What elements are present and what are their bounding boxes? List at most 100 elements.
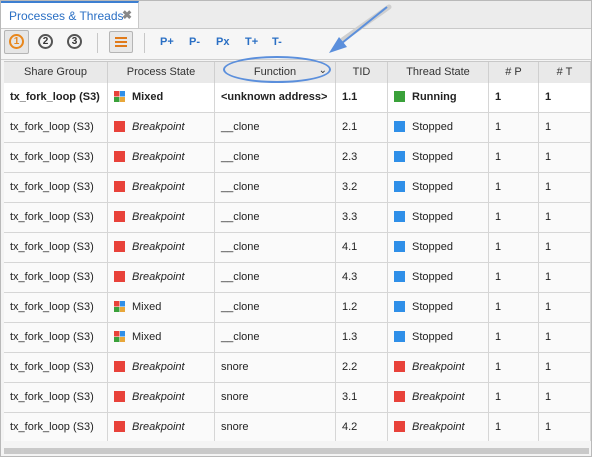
cell-tid: 3.3 <box>336 203 388 232</box>
cell-process-state: Breakpoint <box>108 173 215 202</box>
cell-p-text: 1 <box>495 391 502 403</box>
column-header-t[interactable]: # T <box>539 62 591 83</box>
cell-thread-state: Stopped <box>388 173 489 202</box>
process-x-button[interactable]: Px <box>216 36 229 48</box>
cell-process-state: Breakpoint <box>108 233 215 262</box>
horizontal-scrollbar[interactable] <box>4 448 589 454</box>
cell-t-text: 1 <box>545 121 552 133</box>
column-header-tid[interactable]: TID <box>336 62 388 83</box>
cell-process-state: Mixed <box>108 323 215 352</box>
toolbar: 1 2 3 P+ P- Px T+ T- <box>1 29 591 60</box>
table-row[interactable]: tx_fork_loop (S3) Breakpoint __clone 3.3 Sto… <box>4 203 591 233</box>
tab-label: Processes & Threads <box>9 9 124 23</box>
cell-p: 1 <box>489 293 539 322</box>
cell-process-state: Breakpoint <box>108 413 215 442</box>
cell-share-group: tx_fork_loop (S3) <box>4 113 108 142</box>
cell-share-group-text: tx_fork_loop (S3) <box>10 241 94 253</box>
thread-minus-button[interactable]: T- <box>272 36 282 48</box>
cell-t-text: 1 <box>545 181 552 193</box>
cell-thread-state: Stopped <box>388 113 489 142</box>
state-color-icon <box>114 91 125 102</box>
scrollbar-thumb[interactable] <box>4 448 589 454</box>
cell-p: 1 <box>489 383 539 412</box>
state-color-icon <box>114 331 125 342</box>
column-header-process-state[interactable]: Process State <box>108 62 215 83</box>
column-header-p[interactable]: # P <box>489 62 539 83</box>
cell-tid: 4.1 <box>336 233 388 262</box>
cell-function: snore <box>215 353 336 382</box>
table-row[interactable]: tx_fork_loop (S3) Breakpoint snore 4.2 Break… <box>4 413 591 443</box>
column-header-thread-state[interactable]: Thread State <box>388 62 489 83</box>
cell-process-state-text: Breakpoint <box>132 211 185 223</box>
cell-share-group: tx_fork_loop (S3) <box>4 83 108 112</box>
state-color-icon <box>394 331 405 342</box>
cell-function: __clone <box>215 203 336 232</box>
cell-t-text: 1 <box>545 151 552 163</box>
table-row[interactable]: tx_fork_loop (S3) Breakpoint __clone 3.2 Sto… <box>4 173 591 203</box>
cell-share-group: tx_fork_loop (S3) <box>4 293 108 322</box>
cell-t-text: 1 <box>545 391 552 403</box>
cell-tid-text: 1.3 <box>342 331 358 343</box>
level-2-button[interactable]: 2 <box>38 34 53 49</box>
level-3-button[interactable]: 3 <box>67 34 82 49</box>
state-color-icon <box>394 91 405 102</box>
close-icon[interactable]: ✖ <box>122 8 132 22</box>
annotation-arrow-icon <box>329 4 392 53</box>
cell-function-text: __clone <box>221 301 260 313</box>
cell-t-text: 1 <box>545 421 552 433</box>
cell-share-group-text: tx_fork_loop (S3) <box>10 391 94 403</box>
cell-p-text: 1 <box>495 361 502 373</box>
toolbar-separator <box>97 33 98 53</box>
table-row[interactable]: tx_fork_loop (S3) Breakpoint snore 3.1 Break… <box>4 383 591 413</box>
cell-function-text: __clone <box>221 271 260 283</box>
cell-thread-state: Stopped <box>388 143 489 172</box>
cell-t-text: 1 <box>545 271 552 283</box>
process-minus-button[interactable]: P- <box>189 36 200 48</box>
cell-share-group: tx_fork_loop (S3) <box>4 263 108 292</box>
cell-tid-text: 1.2 <box>342 301 358 313</box>
cell-thread-state: Stopped <box>388 233 489 262</box>
cell-thread-state-text: Stopped <box>412 241 453 253</box>
menu-icon[interactable] <box>109 31 133 53</box>
cell-function-text: __clone <box>221 211 260 223</box>
table-row[interactable]: tx_fork_loop (S3) Breakpoint __clone 4.3 Sto… <box>4 263 591 293</box>
process-plus-button[interactable]: P+ <box>160 36 174 48</box>
cell-share-group: tx_fork_loop (S3) <box>4 413 108 442</box>
table-row[interactable]: tx_fork_loop (S3) Breakpoint __clone 4.1 Sto… <box>4 233 591 263</box>
table-row[interactable]: tx_fork_loop (S3) Mixed __clone 1.2 Stopped 1… <box>4 293 591 323</box>
cell-p-text: 1 <box>495 211 502 223</box>
level-1-button[interactable]: 1 <box>9 34 24 49</box>
cell-share-group-text: tx_fork_loop (S3) <box>10 211 94 223</box>
state-color-icon <box>114 361 125 372</box>
cell-t: 1 <box>539 233 591 262</box>
cell-p: 1 <box>489 83 539 112</box>
cell-process-state-text: Breakpoint <box>132 361 185 373</box>
cell-function: __clone <box>215 233 336 262</box>
table-row[interactable]: tx_fork_loop (S3) Mixed __clone 1.3 Stopped 1… <box>4 323 591 353</box>
cell-p-text: 1 <box>495 151 502 163</box>
thread-plus-button[interactable]: T+ <box>245 36 258 48</box>
table-row[interactable]: tx_fork_loop (S3) Breakpoint __clone 2.3 Sto… <box>4 143 591 173</box>
tab-processes-threads[interactable]: Processes & Threads ✖ <box>1 1 139 28</box>
cell-process-state-text: Breakpoint <box>132 151 185 163</box>
cell-thread-state: Stopped <box>388 293 489 322</box>
column-header-share-group[interactable]: Share Group <box>4 62 108 83</box>
cell-function-text: snore <box>221 421 249 433</box>
cell-process-state: Breakpoint <box>108 143 215 172</box>
cell-thread-state-text: Breakpoint <box>412 421 465 433</box>
cell-thread-state: Breakpoint <box>388 413 489 442</box>
cell-thread-state-text: Stopped <box>412 211 453 223</box>
cell-process-state-text: Breakpoint <box>132 421 185 433</box>
state-color-icon <box>394 301 405 312</box>
table-row[interactable]: tx_fork_loop (S3) Breakpoint snore 2.2 Break… <box>4 353 591 383</box>
cell-share-group: tx_fork_loop (S3) <box>4 353 108 382</box>
cell-thread-state-text: Stopped <box>412 121 453 133</box>
cell-tid-text: 2.3 <box>342 151 358 163</box>
cell-thread-state-text: Breakpoint <box>412 391 465 403</box>
tab-bar: Processes & Threads ✖ <box>1 1 591 29</box>
table-row[interactable]: tx_fork_loop (S3) Breakpoint __clone 2.1 Sto… <box>4 113 591 143</box>
table-row[interactable]: tx_fork_loop (S3) Mixed <unknown address> 1… <box>4 83 591 113</box>
cell-function-text: <unknown address> <box>221 91 328 103</box>
state-color-icon <box>394 361 405 372</box>
cell-p-text: 1 <box>495 301 502 313</box>
